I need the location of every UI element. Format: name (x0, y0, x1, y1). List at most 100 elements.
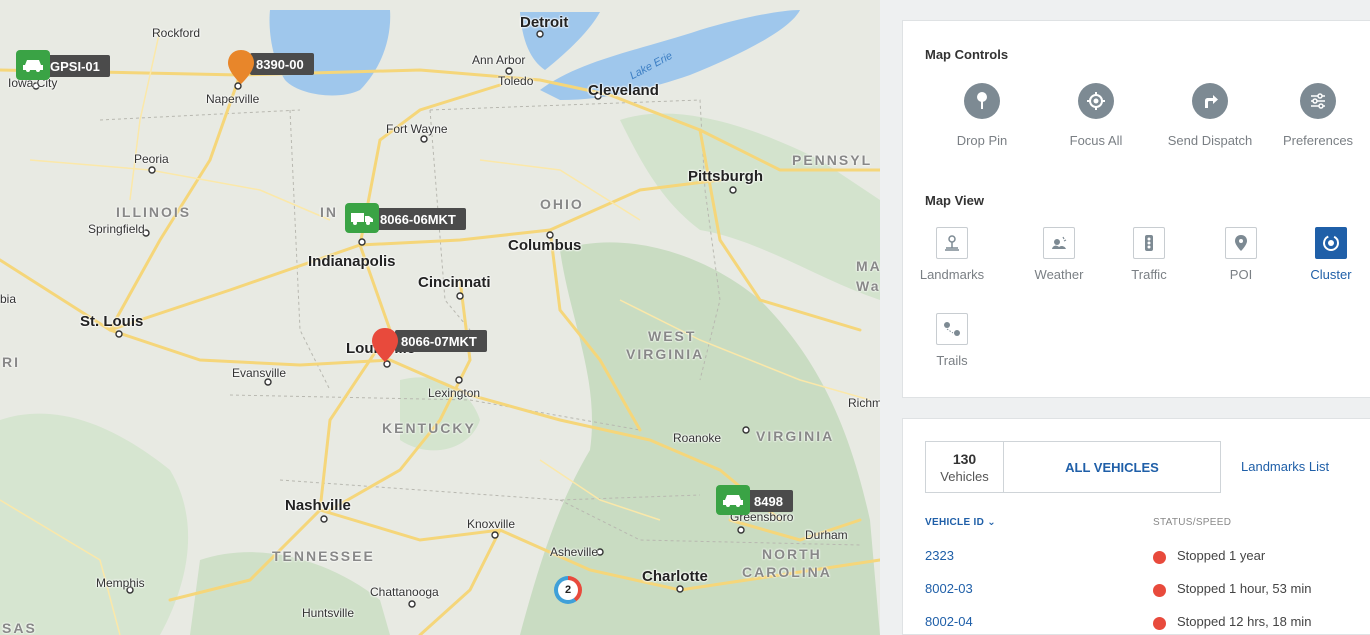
table-row[interactable]: 2323 Stopped 1 year (925, 548, 1355, 568)
state-label: SAS (2, 620, 37, 635)
map-pin-icon[interactable] (370, 326, 400, 364)
vehicle-label[interactable]: 8066-06MKT (374, 208, 466, 230)
city-label: Nashville (285, 497, 351, 514)
vehicle-id-link[interactable]: 8002-03 (925, 581, 973, 596)
vehicle-status: Stopped 1 hour, 53 min (1177, 581, 1312, 596)
vehicle-cluster[interactable]: 2 (554, 576, 582, 604)
city-label: Rockford (152, 26, 201, 40)
focus-all-button[interactable]: Focus All (1041, 83, 1151, 148)
city-label: Ann Arbor (472, 53, 526, 67)
city-label: Cincinnati (418, 274, 491, 291)
status-column-header: STATUS/SPEED (1153, 517, 1232, 528)
app-root: Lake Erie Detroit Cleveland Pittsburgh C… (0, 0, 1370, 635)
send-dispatch-button[interactable]: Send Dispatch (1155, 83, 1265, 148)
preferences-button[interactable]: Preferences (1263, 83, 1370, 148)
vehicle-label[interactable]: GPSI-01 (44, 55, 110, 77)
arrow-turn-icon (1192, 83, 1228, 119)
city-label: Memphis (96, 576, 145, 590)
state-label: TENNESSEE (272, 548, 375, 564)
map-controls-card: Map Controls Drop Pin Focus All Send Dis… (902, 20, 1370, 398)
preferences-label: Preferences (1282, 133, 1354, 148)
state-label: NORTH (762, 546, 822, 562)
city-label: Columbus (508, 237, 582, 254)
status-dot-icon (1153, 617, 1166, 630)
focus-all-label: Focus All (1069, 133, 1123, 148)
city-label: Springfield (88, 222, 145, 236)
traffic-label: Traffic (1131, 267, 1167, 282)
trails-toggle[interactable]: Trails (912, 313, 992, 368)
city-label: Naperville (206, 92, 260, 106)
trails-label: Trails (936, 353, 968, 368)
all-vehicles-button[interactable]: ALL VEHICLES (1004, 442, 1220, 492)
state-label: IN (320, 204, 338, 220)
cluster-label: Cluster (1310, 267, 1352, 282)
city-label: Chattanooga (370, 585, 439, 599)
vehicle-id-header-text: VEHICLE ID (925, 517, 985, 528)
city-label: Evansville (232, 366, 287, 380)
poi-toggle[interactable]: POI (1201, 227, 1281, 282)
car-icon[interactable] (16, 50, 50, 80)
state-label: VIRGINIA (756, 428, 835, 444)
map-controls-title: Map Controls (925, 47, 1009, 62)
cluster-toggle[interactable]: Cluster (1291, 227, 1370, 282)
status-dot-icon (1153, 551, 1166, 564)
state-label: KENTUCKY (382, 420, 476, 436)
weather-toggle[interactable]: Weather (1019, 227, 1099, 282)
sliders-icon (1300, 83, 1336, 119)
vehicle-filter-box: 130 Vehicles ALL VEHICLES (925, 441, 1221, 493)
state-label: ILLINOIS (116, 204, 192, 220)
vehicle-id-column-header[interactable]: VEHICLE ID ⌄ (925, 517, 996, 528)
vehicles-card: 130 Vehicles ALL VEHICLES Landmarks List… (902, 418, 1370, 635)
drop-pin-button[interactable]: Drop Pin (927, 83, 1037, 148)
city-label: Richmond (848, 396, 880, 410)
drop-pin-label: Drop Pin (956, 133, 1008, 148)
state-label: CAROLINA (742, 564, 832, 580)
vehicle-label[interactable]: 8498 (748, 490, 793, 512)
truck-icon[interactable] (345, 203, 379, 233)
state-label: Wa (856, 278, 880, 294)
traffic-toggle[interactable]: Traffic (1109, 227, 1189, 282)
city-label: Cleveland (588, 82, 659, 99)
landmarks-toggle[interactable]: Landmarks (912, 227, 992, 282)
table-row[interactable]: 8002-04 Stopped 12 hrs, 18 min (925, 614, 1355, 634)
map-canvas[interactable]: Lake Erie Detroit Cleveland Pittsburgh C… (0, 0, 880, 635)
table-row[interactable]: 8002-03 Stopped 1 hour, 53 min (925, 581, 1355, 601)
city-label: Lexington (428, 386, 481, 400)
vehicle-label[interactable]: 8390-00 (250, 53, 314, 75)
poi-label: POI (1229, 267, 1253, 282)
state-label: VIRGINIA (626, 346, 705, 362)
status-dot-icon (1153, 584, 1166, 597)
vehicle-count-label: Vehicles (940, 468, 989, 484)
city-label: Huntsville (302, 606, 355, 620)
landmark-icon (936, 227, 968, 259)
cluster-icon (1315, 227, 1347, 259)
map-pin-icon[interactable] (226, 48, 256, 86)
city-label: Toledo (498, 74, 534, 88)
state-label: PENNSYL (792, 152, 873, 168)
city-label: Detroit (520, 14, 569, 31)
vehicle-status: Stopped 12 hrs, 18 min (1177, 614, 1312, 629)
vehicle-id-link[interactable]: 8002-04 (925, 614, 973, 629)
traffic-light-icon (1133, 227, 1165, 259)
state-label: WEST (648, 328, 697, 344)
landmarks-list-link[interactable]: Landmarks List (1241, 459, 1329, 474)
poi-pin-icon (1225, 227, 1257, 259)
state-label: OHIO (540, 196, 584, 212)
city-label: Peoria (134, 152, 169, 166)
city-label: St. Louis (80, 313, 144, 330)
pin-icon (964, 83, 1000, 119)
send-dispatch-label: Send Dispatch (1167, 133, 1253, 148)
map-view-title: Map View (925, 193, 985, 208)
weather-label: Weather (1034, 267, 1084, 282)
vehicle-id-link[interactable]: 2323 (925, 548, 954, 563)
state-label: RI (2, 354, 20, 370)
city-label: Fort Wayne (386, 122, 448, 136)
car-icon[interactable] (716, 485, 750, 515)
chevron-down-icon: ⌄ (987, 517, 996, 528)
city-label: Charlotte (642, 568, 708, 585)
city-label: Roanoke (673, 431, 722, 445)
landmarks-label: Landmarks (919, 267, 985, 282)
city-label: bia (0, 292, 17, 306)
city-label: Asheville (550, 545, 599, 559)
vehicle-label[interactable]: 8066-07MKT (395, 330, 487, 352)
